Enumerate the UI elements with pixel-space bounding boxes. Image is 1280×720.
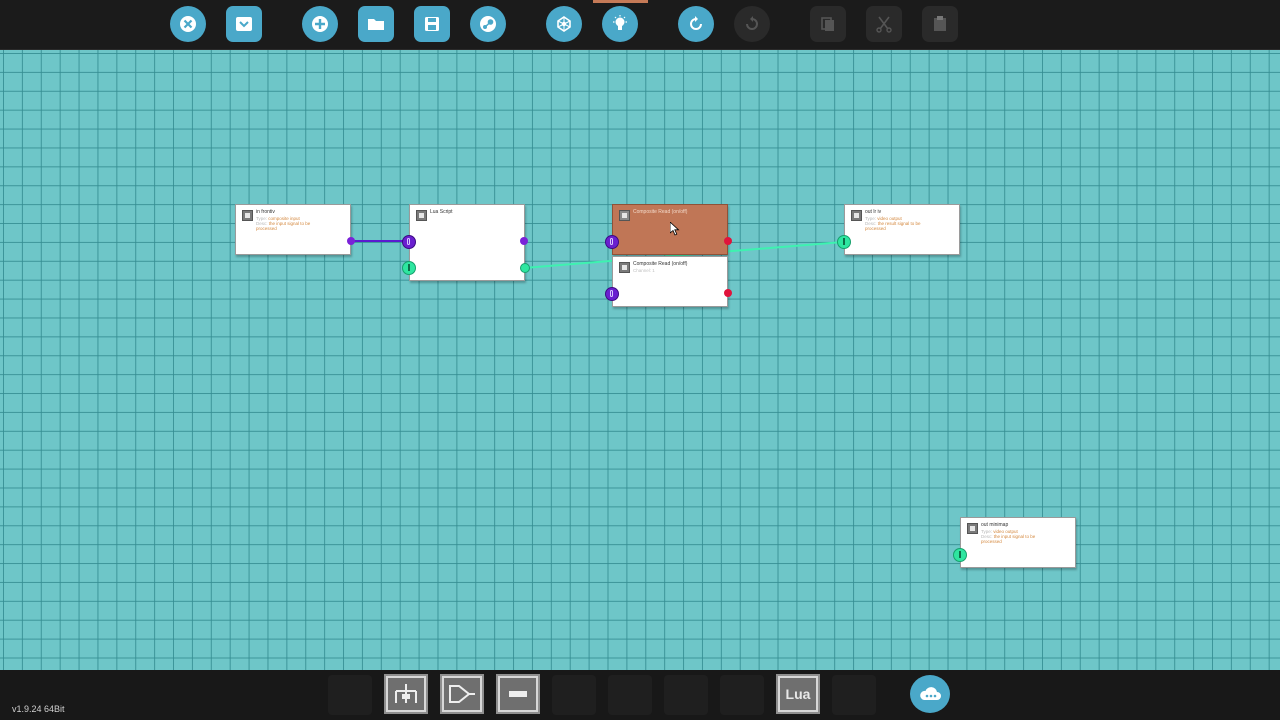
input-port-composite[interactable] [605, 235, 619, 249]
version-label: v1.9.24 64Bit [12, 704, 65, 714]
input-node-frontiv[interactable]: in frontiv Type: composite input Desc: t… [235, 204, 351, 255]
lua-script-node[interactable]: Lua Script [409, 204, 525, 281]
new-button[interactable] [302, 6, 338, 42]
lightbulb-icon [613, 15, 627, 30]
node-title: Composite Read (on/off) [633, 209, 688, 215]
node-desc-line-2: processed [981, 539, 1002, 544]
fit-view-button[interactable] [546, 6, 582, 42]
empty-palette-slot [720, 675, 764, 715]
output-port-bool[interactable] [724, 289, 732, 297]
paste-button[interactable] [922, 6, 958, 42]
light-button[interactable] [602, 6, 638, 42]
network-icon [557, 16, 571, 32]
paste-icon [934, 16, 946, 31]
folder-icon [368, 19, 384, 30]
empty-palette-slot [664, 675, 708, 715]
open-button[interactable] [358, 6, 394, 42]
cut-button[interactable] [866, 6, 902, 42]
minus-block-icon [509, 691, 527, 697]
copy-button[interactable] [810, 6, 846, 42]
node-desc-line-2: processed [256, 226, 277, 231]
node-desc-line-2: processed [865, 226, 886, 231]
node-type-icon [416, 210, 427, 221]
plus-icon [312, 16, 328, 32]
wire-layer [351, 240, 844, 269]
node-subtitle: Channel: 1 [633, 268, 655, 273]
empty-palette-slot [328, 675, 372, 715]
input-port-composite[interactable] [402, 235, 416, 249]
output-port-composite[interactable] [520, 237, 528, 245]
node-type-icon [619, 210, 630, 221]
redo-button[interactable] [734, 6, 770, 42]
scissors-icon [876, 16, 892, 33]
arrow-gate-icon [449, 685, 475, 703]
mouse-cursor-icon [670, 222, 680, 236]
output-port-bool[interactable] [724, 237, 732, 245]
light-active-indicator [593, 0, 648, 3]
node-title: out minimap [981, 522, 1009, 528]
toolbar [0, 0, 1280, 50]
floppy-icon [425, 17, 439, 31]
output-node-minimap[interactable]: out minimap Type: video output Desc: the… [960, 517, 1076, 568]
empty-palette-slot [832, 675, 876, 715]
empty-palette-slot [552, 675, 596, 715]
arithmetic-node-tool[interactable] [440, 674, 484, 714]
redo-icon [746, 16, 758, 30]
output-port-video[interactable] [520, 263, 530, 273]
node-title: out lr iv [865, 209, 882, 215]
chevron-down-icon [236, 17, 252, 31]
node-title: in frontiv [256, 209, 275, 215]
output-node-lr-iv[interactable]: out lr iv Type: video output Desc: the r… [844, 204, 960, 255]
node-canvas[interactable]: in frontiv Type: composite input Desc: t… [0, 50, 1280, 670]
lua-icon: Lua [780, 678, 816, 710]
input-port-video[interactable] [837, 235, 851, 249]
cloud-button[interactable] [910, 675, 950, 713]
constant-node-tool[interactable] [496, 674, 540, 714]
steam-icon [480, 16, 496, 32]
input-port-video[interactable] [953, 548, 967, 562]
output-port-composite[interactable] [347, 237, 355, 245]
lua-node-tool[interactable]: Lua [776, 674, 820, 714]
node-title: Lua Script [430, 209, 453, 215]
node-type-icon [619, 262, 630, 273]
composite-read-node[interactable]: Composite Read (on/off) Channel: 1 [612, 256, 728, 307]
save-button[interactable] [414, 6, 450, 42]
logic-node-tool[interactable] [384, 674, 428, 714]
copy-icon [821, 17, 834, 31]
x-circle-icon [180, 16, 196, 32]
empty-palette-slot [608, 675, 652, 715]
node-type-icon [967, 523, 978, 534]
input-port-composite[interactable] [605, 287, 619, 301]
node-title: Composite Read (on/off) [633, 261, 688, 267]
dropdown-button[interactable] [226, 6, 262, 42]
node-type-icon [851, 210, 862, 221]
input-port-video[interactable] [402, 261, 416, 275]
close-button[interactable] [170, 6, 206, 42]
logic-gate-icon [395, 684, 417, 703]
steam-button[interactable] [470, 6, 506, 42]
node-palette-bar: Lua v1.9.24 64Bit [0, 670, 1280, 720]
node-type-icon [242, 210, 253, 221]
cloud-icon [920, 687, 941, 700]
undo-button[interactable] [678, 6, 714, 42]
undo-icon [690, 16, 702, 30]
